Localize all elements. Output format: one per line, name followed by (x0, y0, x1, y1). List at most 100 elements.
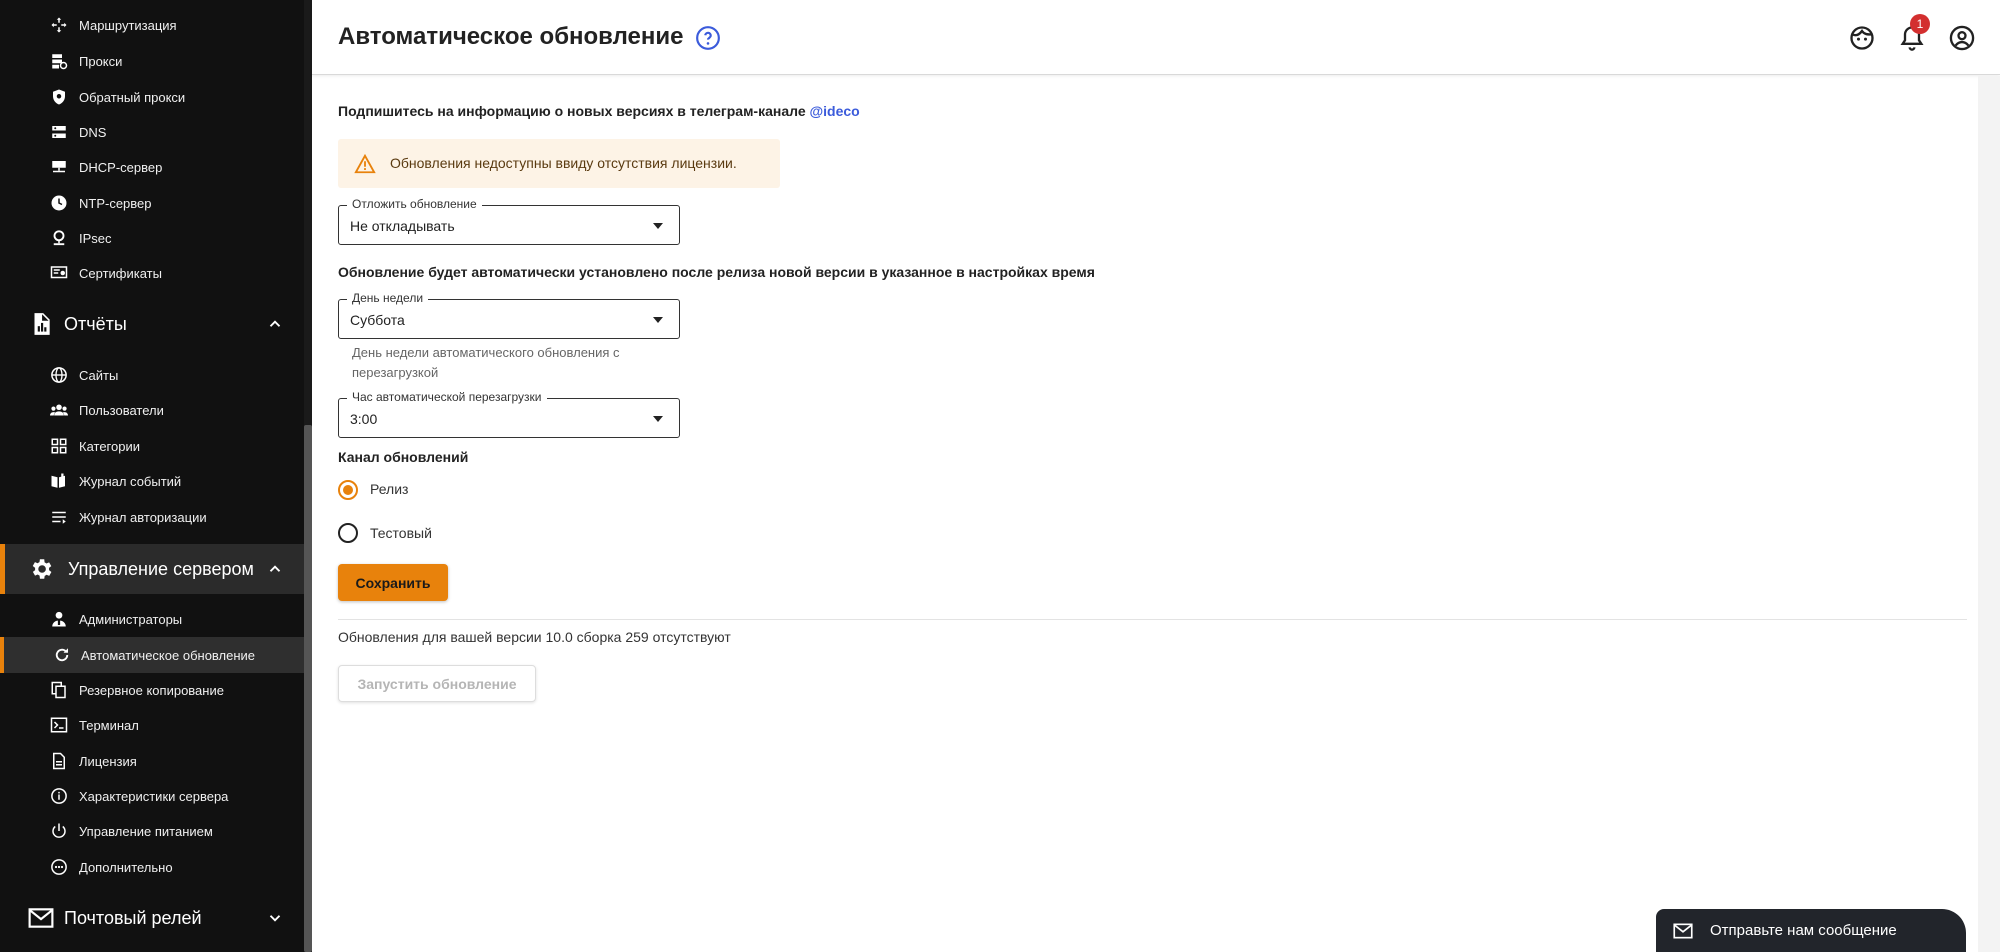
radio-release-label[interactable]: Релиз (370, 481, 408, 497)
field-label: Отложить обновление (347, 197, 482, 211)
help-icon[interactable] (695, 25, 721, 51)
auth-log-icon (50, 508, 68, 526)
sidebar-item-label: NTP-сервер (79, 195, 152, 211)
warning-icon (354, 153, 376, 174)
sidebar-item-reverse-proxy[interactable]: Обратный прокси (0, 79, 304, 115)
main-scrollbar[interactable] (1978, 76, 2000, 952)
sidebar-item-label: DNS (79, 124, 107, 140)
backup-icon (50, 681, 68, 699)
divider (338, 619, 1967, 620)
categories-icon (50, 437, 68, 455)
sidebar-item-backup[interactable]: Резервное копирование (0, 672, 304, 708)
support-face-icon[interactable] (1848, 24, 1876, 52)
account-icon[interactable] (1948, 24, 1976, 52)
report-icon (28, 311, 54, 337)
radio-release[interactable] (336, 478, 360, 502)
sidebar-item-label: Резервное копирование (79, 682, 224, 698)
postpone-update-select[interactable]: Отложить обновление Не откладывать (338, 197, 680, 245)
sidebar-item-label: Пользователи (79, 402, 164, 418)
sidebar-item-power[interactable]: Управление питанием (0, 813, 304, 849)
sidebar-item-users[interactable]: Пользователи (0, 392, 304, 428)
sidebar-scrollbar-thumb[interactable] (304, 425, 312, 952)
chat-widget-label: Отправьте нам сообщение (1710, 922, 1897, 939)
terminal-icon (50, 716, 68, 734)
sidebar-item-dhcp[interactable]: DHCP-сервер (0, 149, 304, 185)
sidebar-item-event-log[interactable]: Журнал событий (0, 463, 304, 499)
notification-badge: 1 (1910, 14, 1930, 34)
sidebar-item-label: Автоматическое обновление (81, 647, 256, 663)
field-value: 3:00 (350, 411, 378, 427)
sidebar-section-label: Управление сервером (68, 558, 254, 579)
page-header: Автоматическое обновление 1 (312, 0, 2000, 75)
sidebar-item-label: IPsec (79, 230, 112, 246)
sidebar-item-label: Терминал (79, 717, 139, 733)
power-icon (50, 822, 68, 840)
sidebar-section-server-management[interactable]: Управление сервером (0, 544, 304, 594)
certificate-icon (50, 264, 68, 282)
reboot-hour-select[interactable]: Час автоматической перезагрузки 3:00 (338, 390, 680, 438)
weekday-helper-text: День недели автоматического обновления с… (352, 345, 620, 380)
sidebar-item-terminal[interactable]: Терминал (0, 707, 304, 743)
sidebar-item-categories[interactable]: Категории (0, 428, 304, 464)
sidebar-item-more[interactable]: Дополнительно (0, 849, 304, 885)
caret-down-icon (653, 223, 663, 229)
sidebar-item-auto-update[interactable]: Автоматическое обновление (0, 637, 304, 673)
sidebar-item-administrators[interactable]: Администраторы (0, 601, 304, 637)
sidebar-item-auth-log[interactable]: Журнал авторизации (0, 499, 304, 535)
sidebar-section-reports[interactable]: Отчёты (0, 299, 304, 349)
reverse-proxy-icon (50, 88, 68, 106)
telegram-link[interactable]: @ideco (810, 103, 860, 119)
license-icon (50, 752, 68, 770)
clock-icon (50, 194, 68, 212)
sidebar-item-license[interactable]: Лицензия (0, 743, 304, 779)
chevron-up-icon (269, 565, 281, 572)
sidebar-item-label: Категории (79, 438, 140, 454)
radio-testing[interactable] (336, 521, 360, 545)
radio-testing-label[interactable]: Тестовый (370, 525, 432, 541)
users-icon (50, 401, 68, 419)
event-log-icon (50, 472, 68, 490)
sidebar-item-label: Маршрутизация (79, 17, 177, 33)
sidebar-item-routing[interactable]: Маршрутизация (0, 7, 304, 43)
auto-update-note: Обновление будет автоматически установле… (338, 264, 1095, 280)
sidebar-item-label: Лицензия (79, 753, 137, 769)
save-button[interactable]: Сохранить (338, 564, 448, 601)
sidebar-item-label: Дополнительно (79, 859, 173, 875)
sidebar-item-label: Администраторы (79, 611, 183, 627)
weekday-select[interactable]: День недели Суббота (338, 291, 680, 339)
proxy-icon (50, 52, 68, 70)
caret-down-icon (653, 317, 663, 323)
ipsec-icon (50, 229, 68, 247)
sidebar-item-dns[interactable]: DNS (0, 114, 304, 150)
sidebar-item-certificates[interactable]: Сертификаты (0, 255, 304, 291)
globe-icon (50, 366, 68, 384)
admin-icon (50, 610, 68, 628)
gear-icon (28, 556, 54, 582)
update-channel-title: Канал обновлений (338, 449, 469, 465)
sidebar-item-label: Сертификаты (79, 265, 162, 281)
chevron-down-icon (269, 915, 281, 922)
sidebar: Маршрутизация Прокси Обратный прокси DNS… (0, 0, 312, 952)
sidebar-item-server-info[interactable]: Характеристики сервера (0, 778, 304, 814)
sidebar-item-ntp[interactable]: NTP-сервер (0, 185, 304, 221)
run-update-button[interactable]: Запустить обновление (338, 665, 536, 702)
sidebar-item-ipsec[interactable]: IPsec (0, 220, 304, 256)
sidebar-item-label: Характеристики сервера (79, 788, 229, 804)
mail-icon (1673, 923, 1693, 939)
dns-icon (50, 123, 68, 141)
version-status-text: Обновления для вашей версии 10.0 сборка … (338, 629, 731, 645)
dhcp-icon (50, 158, 68, 176)
sidebar-item-label: Сайты (79, 367, 119, 383)
sidebar-item-label: Обратный прокси (79, 89, 186, 105)
sidebar-section-mail-relay[interactable]: Почтовый релей (0, 893, 304, 943)
sidebar-item-proxy[interactable]: Прокси (0, 43, 304, 79)
info-icon (50, 787, 68, 805)
sidebar-item-sites[interactable]: Сайты (0, 357, 304, 393)
refresh-icon (53, 646, 71, 664)
chat-widget[interactable]: Отправьте нам сообщение (1656, 909, 1966, 952)
page-title: Автоматическое обновление (338, 23, 684, 50)
sidebar-section-label: Почтовый релей (64, 907, 202, 928)
subscribe-text: Подпишитесь на информацию о новых версия… (338, 103, 860, 119)
field-label: День недели (347, 291, 429, 305)
sidebar-item-label: Управление питанием (79, 823, 213, 839)
